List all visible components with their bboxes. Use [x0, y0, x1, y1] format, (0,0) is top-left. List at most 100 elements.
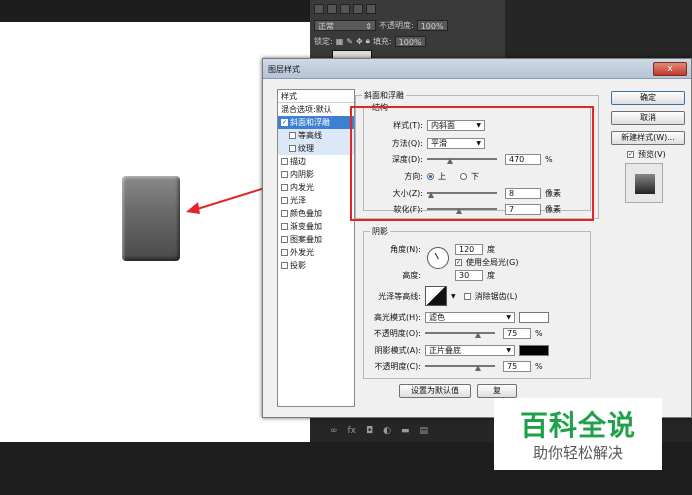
hl-opacity-unit: % [535, 328, 543, 338]
watermark-sub: 助你轻松解决 [532, 444, 623, 462]
style-item-label: 混合选项:默认 [281, 105, 332, 114]
mask-icon[interactable]: ◘ [366, 426, 373, 436]
type-filter-icon[interactable] [353, 4, 363, 14]
ok-button[interactable]: 确定 [611, 91, 685, 105]
hl-opacity-slider[interactable] [425, 328, 495, 338]
layers-filter-row [314, 2, 376, 16]
preview-checkbox[interactable]: ✓ [627, 150, 634, 158]
make-default-button[interactable]: 设置为默认值 [399, 384, 471, 398]
style-item[interactable]: 外发光 [278, 246, 354, 259]
style-item-label: 图案叠加 [290, 235, 322, 244]
style-item-checkbox[interactable] [281, 262, 288, 269]
style-list-header: 样式 [278, 90, 354, 103]
style-item[interactable]: 内发光 [278, 181, 354, 194]
shadow-row: 阴影模式(A): 正片叠底 ▼ [367, 344, 549, 356]
style-item[interactable]: 纹理 [278, 142, 354, 155]
style-item-label: 斜面和浮雕 [290, 118, 330, 127]
preview-row: ✓ 预览(V) [627, 148, 666, 160]
link-layers-icon[interactable]: ∞ [330, 426, 338, 436]
gloss-row: 光泽等高线: ▼ 消除锯齿(L) [367, 286, 517, 306]
style-item-checkbox[interactable] [281, 236, 288, 243]
shading-title: 阴影 [370, 226, 390, 237]
opacity-input[interactable]: 100% [416, 19, 448, 31]
style-item-checkbox[interactable] [281, 210, 288, 217]
new-style-button[interactable]: 新建样式(W)... [611, 131, 685, 145]
fill-label: 填充: [372, 36, 392, 46]
blend-row: 正常 ⇕ 不透明度: 100% [314, 18, 448, 32]
style-item-label: 内阴影 [290, 170, 314, 179]
angle-dial[interactable] [427, 247, 449, 269]
highlight-mode-select[interactable]: 滤色 ▼ [425, 311, 515, 323]
style-item[interactable]: 渐变叠加 [278, 220, 354, 233]
sh-opacity-unit: % [535, 361, 543, 371]
hl-opacity-slider-thumb[interactable] [474, 332, 481, 338]
style-item-label: 颜色叠加 [290, 209, 322, 218]
image-filter-icon[interactable] [327, 4, 337, 14]
angle-row: 角度(N): [367, 243, 421, 255]
style-item-checkbox[interactable]: ✓ [281, 119, 288, 126]
style-item-label: 光泽 [290, 196, 306, 205]
fx-icon[interactable]: fx [348, 426, 357, 436]
global-light-checkbox[interactable]: ✓ [455, 258, 462, 266]
style-item[interactable]: 光泽 [278, 194, 354, 207]
fill-input[interactable]: 100% [394, 35, 426, 47]
lock-all-icon[interactable]: 🔒︎ [366, 36, 370, 46]
style-item[interactable]: 投影 [278, 259, 354, 272]
lock-paint-icon[interactable]: ✎ [346, 37, 353, 46]
sh-opacity-slider[interactable] [425, 361, 495, 371]
style-item-checkbox[interactable] [281, 158, 288, 165]
sh-opacity-input[interactable]: 75 [503, 360, 531, 372]
dialog-titlebar[interactable]: 图层样式 x [263, 59, 691, 79]
style-item-checkbox[interactable] [281, 223, 288, 230]
gloss-contour-picker[interactable] [425, 286, 447, 306]
new-layer-icon[interactable]: ▤ [420, 426, 429, 436]
highlight-row: 高光模式(H): 滤色 ▼ [367, 311, 549, 323]
highlight-label: 高光模式(H): [374, 312, 421, 322]
angle-input[interactable]: 120 [455, 243, 483, 255]
beveled-rectangle[interactable] [122, 176, 180, 261]
style-item[interactable]: 等高线 [278, 129, 354, 142]
antialias-checkbox[interactable] [463, 292, 471, 300]
style-item[interactable]: 图案叠加 [278, 233, 354, 246]
style-item[interactable]: 颜色叠加 [278, 207, 354, 220]
watermark: 百科全说 助你轻松解决 [494, 398, 662, 470]
adjust-filter-icon[interactable] [340, 4, 350, 14]
style-item-checkbox[interactable] [281, 171, 288, 178]
style-item-label: 等高线 [298, 131, 322, 140]
shadow-color-swatch[interactable] [519, 344, 549, 356]
altitude-unit: 度 [487, 270, 495, 280]
lock-transparent-icon[interactable]: ▦ [336, 37, 344, 46]
gloss-dropdown-icon[interactable]: ▼ [451, 293, 456, 300]
style-item-checkbox[interactable] [289, 145, 296, 152]
style-item[interactable]: 描边 [278, 155, 354, 168]
style-item-checkbox[interactable] [289, 132, 296, 139]
group-icon[interactable]: ▬ [401, 426, 410, 436]
highlight-color-swatch[interactable] [519, 311, 549, 323]
sh-opacity-slider-thumb[interactable] [474, 365, 481, 371]
style-item-checkbox[interactable] [281, 197, 288, 204]
close-button[interactable]: x [653, 62, 687, 76]
lock-move-icon[interactable]: ✥ [356, 37, 363, 46]
shadow-mode-select[interactable]: 正片叠底 ▼ [425, 344, 515, 356]
style-item-checkbox[interactable] [281, 249, 288, 256]
adjustment-icon[interactable]: ◐ [383, 426, 391, 436]
style-item-checkbox[interactable] [281, 184, 288, 191]
altitude-input[interactable]: 30 [455, 269, 483, 281]
layers-bottom-bar: ∞ fx ◘ ◐ ▬ ▤ [330, 420, 428, 442]
cancel-button[interactable]: 取消 [611, 111, 685, 125]
style-item-label: 外发光 [290, 248, 314, 257]
altitude-label: 高度: [402, 270, 421, 280]
style-item[interactable]: ✓ 斜面和浮雕 [278, 116, 354, 129]
filter-icon[interactable] [314, 4, 324, 14]
blend-mode-select[interactable]: 正常 ⇕ [314, 19, 376, 31]
hl-opacity-input[interactable]: 75 [503, 327, 531, 339]
preview-swatch [635, 174, 655, 194]
gloss-label: 光泽等高线: [378, 291, 421, 301]
reset-default-button[interactable]: 复 [477, 384, 517, 398]
style-item[interactable]: 混合选项:默认 [278, 103, 354, 116]
lock-row: 锁定: ▦ ✎ ✥ 🔒︎ 填充: 100% [314, 34, 426, 48]
shape-filter-icon[interactable] [366, 4, 376, 14]
angle-input-row: 120 度 [455, 243, 495, 255]
lock-label: 锁定: [314, 36, 333, 46]
style-item[interactable]: 内阴影 [278, 168, 354, 181]
